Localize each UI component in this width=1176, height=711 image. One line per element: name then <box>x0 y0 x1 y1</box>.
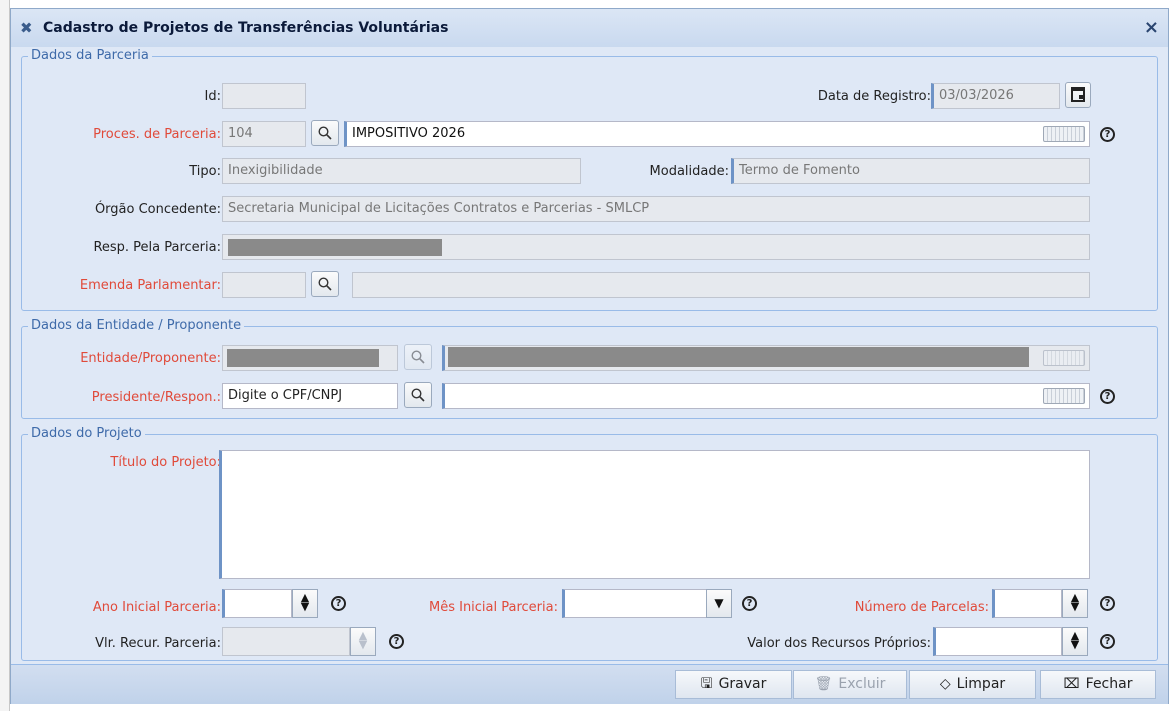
data-registro-field: 03/03/2026 <box>931 83 1060 109</box>
trash-icon: 🗑 <box>814 676 833 692</box>
id-label: Id: <box>204 89 221 104</box>
ano-inicial-label: Ano Inicial Parceria: <box>92 600 221 615</box>
vlr-recur-field <box>222 627 350 656</box>
fieldset-legend: Dados do Projeto <box>31 426 142 441</box>
window-body: Dados da Parceria Id: Data de Registro: … <box>11 47 1168 664</box>
presidente-respon-label: Presidente/Respon.: <box>91 390 221 405</box>
redacted-block <box>448 347 1029 367</box>
vlr-recur-label: Vlr. Recur. Parceria: <box>95 636 221 651</box>
window-title: Cadastro de Projetos de Transferências V… <box>43 20 449 36</box>
presidente-name-field[interactable] <box>442 383 1090 409</box>
id-field <box>222 83 306 109</box>
numero-parcelas-label: Número de Parcelas: <box>854 600 989 615</box>
emenda-parlamentar-field <box>352 272 1090 298</box>
tools-icon: ✖ <box>20 19 33 37</box>
floppy-disk-icon: 🖫 <box>700 676 713 692</box>
calendar-icon[interactable] <box>1065 82 1091 108</box>
limpar-button[interactable]: ◇ Limpar <box>909 670 1036 699</box>
resp-parceria-label: Resp. Pela Parceria: <box>93 240 221 255</box>
mes-inicial-label: Mês Inicial Parceria: <box>428 600 558 615</box>
fieldset-legend: Dados da Parceria <box>31 48 149 63</box>
magnifier-icon <box>411 350 425 364</box>
close-box-icon: ⌧ <box>1063 676 1080 692</box>
fechar-label: Fechar <box>1085 676 1133 692</box>
up-down-arrows-icon[interactable]: ▲ ▼ <box>1062 589 1088 618</box>
up-down-arrows-icon[interactable]: ▲ ▼ <box>1062 627 1088 656</box>
emenda-code-field <box>222 272 306 298</box>
background-window-edge <box>0 0 10 711</box>
modalidade-field: Termo de Fomento <box>731 158 1090 184</box>
up-down-arrows-icon: ▲ ▼ <box>350 627 376 656</box>
data-registro-label: Data de Registro: <box>817 89 931 104</box>
magnifier-icon <box>318 126 332 140</box>
virtual-keyboard-icon[interactable] <box>1043 126 1085 142</box>
question-circle-icon[interactable]: ? <box>1100 596 1115 611</box>
question-circle-icon[interactable]: ? <box>1100 127 1115 142</box>
question-circle-icon[interactable]: ? <box>389 634 404 649</box>
eraser-icon: ◇ <box>939 676 951 692</box>
entidade-proponente-label: Entidade/Proponente: <box>80 351 221 366</box>
search-emenda-button[interactable] <box>311 271 339 297</box>
fechar-button[interactable]: ⌧ Fechar <box>1040 670 1156 699</box>
redacted-block <box>228 239 442 256</box>
search-proces-button[interactable] <box>311 120 339 146</box>
window-footer: 🖫 Gravar 🗑 Excluir ◇ Limpar ⌧ Fechar <box>11 664 1168 704</box>
proces-parceria-code-field: 104 <box>222 121 306 147</box>
question-circle-icon[interactable]: ? <box>1100 389 1115 404</box>
limpar-label: Limpar <box>956 676 1006 692</box>
close-icon[interactable]: × <box>1144 19 1159 37</box>
emenda-parlamentar-label: Emenda Parlamentar: <box>79 278 221 293</box>
titulo-projeto-textarea[interactable] <box>219 450 1090 579</box>
virtual-keyboard-icon <box>1043 350 1085 366</box>
orgao-concedente-label: Órgão Concedente: <box>94 202 221 217</box>
ano-inicial-field[interactable] <box>222 589 292 618</box>
gravar-label: Gravar <box>718 676 767 692</box>
excluir-button: 🗑 Excluir <box>793 670 907 699</box>
question-circle-icon[interactable]: ? <box>1100 634 1115 649</box>
magnifier-icon <box>318 277 332 291</box>
magnifier-icon <box>411 388 425 402</box>
modalidade-label: Modalidade: <box>649 164 729 179</box>
orgao-concedente-field: Secretaria Municipal de Licitações Contr… <box>222 196 1090 222</box>
window-titlebar: ✖ Cadastro de Projetos de Transferências… <box>11 9 1168 47</box>
valor-recursos-proprios-field[interactable] <box>933 627 1062 656</box>
excluir-label: Excluir <box>838 676 886 692</box>
search-entidade-button <box>404 344 432 370</box>
project-registration-window: ✖ Cadastro de Projetos de Transferências… <box>10 8 1169 704</box>
search-presidente-button[interactable] <box>404 382 432 408</box>
chevron-down-icon[interactable]: ▼ <box>706 589 732 618</box>
fieldset-legend: Dados da Entidade / Proponente <box>31 318 242 333</box>
titulo-projeto-label: Título do Projeto: <box>110 455 221 470</box>
tipo-label: Tipo: <box>189 164 221 179</box>
proces-parceria-label: Proces. de Parceria: <box>93 127 221 142</box>
mes-inicial-select[interactable] <box>562 589 709 618</box>
up-down-arrows-icon[interactable]: ▲ ▼ <box>292 589 318 618</box>
valor-recursos-proprios-label: Valor dos Recursos Próprios: <box>747 636 931 651</box>
question-circle-icon[interactable]: ? <box>331 596 346 611</box>
virtual-keyboard-icon[interactable] <box>1043 388 1085 404</box>
gravar-button[interactable]: 🖫 Gravar <box>675 670 792 699</box>
proces-parceria-field[interactable]: IMPOSITIVO 2026 <box>344 121 1090 147</box>
redacted-block <box>227 349 379 367</box>
question-circle-icon[interactable]: ? <box>742 596 757 611</box>
presidente-cpf-field[interactable]: Digite o CPF/CNPJ <box>222 383 398 409</box>
numero-parcelas-field[interactable] <box>992 589 1062 618</box>
tipo-field: Inexigibilidade <box>222 158 581 184</box>
